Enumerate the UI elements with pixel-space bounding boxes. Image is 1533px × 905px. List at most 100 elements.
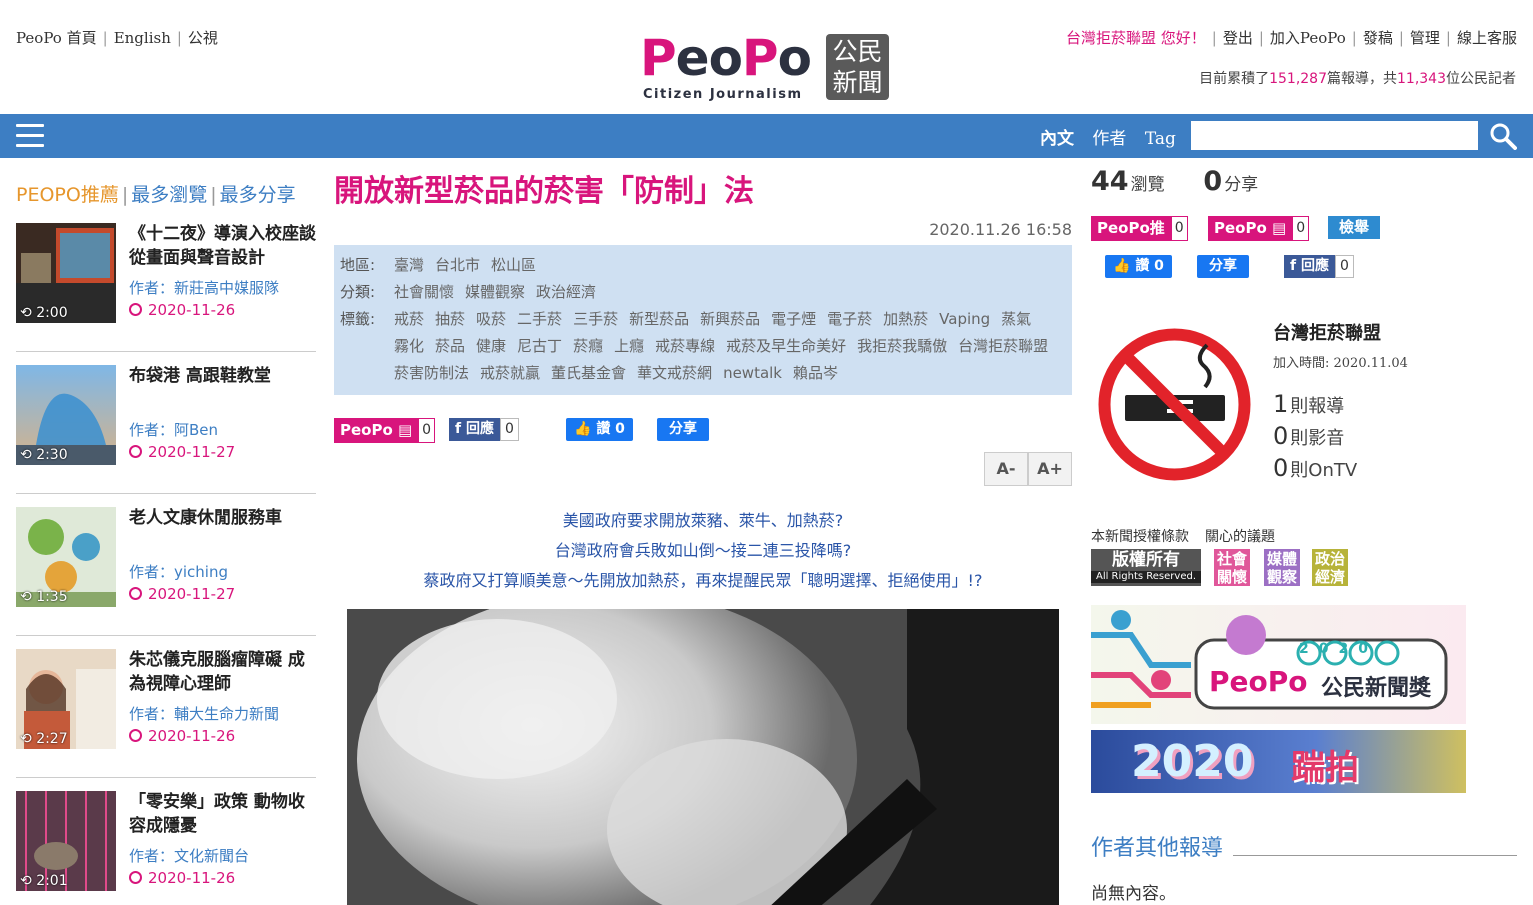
category-link[interactable]: 媒體觀察 bbox=[465, 279, 525, 306]
fb-like-button[interactable]: 👍 讚 0 bbox=[566, 418, 633, 441]
topic-media[interactable]: 媒體觀察 bbox=[1264, 549, 1300, 586]
peopo-push-button[interactable]: PeoPo推 0 bbox=[1091, 216, 1188, 241]
list-item[interactable]: ⟲ 2:30 布袋港 高跟鞋教堂 作者：阿Ben 2020-11-27 bbox=[16, 352, 316, 494]
support-link[interactable]: 線上客服 bbox=[1457, 29, 1517, 47]
tag-link[interactable]: 董氏基金會 bbox=[551, 360, 626, 387]
link-pts[interactable]: 公視 bbox=[188, 29, 218, 47]
tag-link[interactable]: 加熱菸 bbox=[883, 306, 928, 333]
search-icon[interactable] bbox=[1489, 122, 1517, 150]
tag-link[interactable]: 抽菸 bbox=[435, 306, 465, 333]
tag-link[interactable]: 賴品岑 bbox=[793, 360, 838, 387]
tag-link[interactable]: 霧化 bbox=[394, 333, 424, 360]
event-banner[interactable]: 2020 踹拍 bbox=[1091, 730, 1466, 793]
topic-social[interactable]: 社會關懷 bbox=[1214, 549, 1250, 586]
tag-link[interactable]: 菸品 bbox=[435, 333, 465, 360]
news-title[interactable]: 朱芯儀克服腦瘤障礙 成為視障心理師 bbox=[129, 648, 319, 696]
tag-link[interactable]: 戒菸就贏 bbox=[480, 360, 540, 387]
tag-link[interactable]: 新型菸品 bbox=[629, 306, 689, 333]
news-title[interactable]: 老人文康休閒服務車 bbox=[129, 506, 319, 530]
tag-link[interactable]: 台灣拒菸聯盟 bbox=[958, 333, 1048, 360]
tag-link[interactable]: 健康 bbox=[476, 333, 506, 360]
fb-like-button[interactable]: 👍 讚 0 bbox=[1105, 255, 1172, 278]
user-greeting[interactable]: 台灣拒菸聯盟 您好！ bbox=[1066, 29, 1206, 47]
news-author[interactable]: 作者：新莊高中媒服隊 bbox=[129, 277, 279, 298]
tag-link[interactable]: 戒菸專線 bbox=[655, 333, 715, 360]
tag-link[interactable]: 菸癮 bbox=[573, 333, 603, 360]
peopo-comment-button[interactable]: PeoPo ▤ 0 bbox=[334, 418, 436, 443]
article-title: 開放新型菸品的菸害「防制」法 bbox=[334, 174, 754, 209]
video-thumbnail[interactable]: ⟲ 1:35 bbox=[16, 507, 116, 607]
video-thumbnail[interactable]: ⟲ 2:27 bbox=[16, 649, 116, 749]
author-reports[interactable]: 1 則報導 bbox=[1273, 390, 1344, 418]
author-videos[interactable]: 0 則影音 bbox=[1273, 422, 1344, 450]
list-item[interactable]: ⟲ 1:35 老人文康休閒服務車 作者：yiching 2020-11-27 bbox=[16, 494, 316, 636]
tag-link[interactable]: 華文戒菸網 bbox=[637, 360, 712, 387]
topic-politics[interactable]: 政治經濟 bbox=[1312, 549, 1348, 586]
report-button[interactable]: 檢舉 bbox=[1328, 216, 1381, 239]
font-larger-button[interactable]: A+ bbox=[1028, 452, 1072, 486]
region-link[interactable]: 松山區 bbox=[491, 252, 536, 279]
tab-content[interactable]: 內文 bbox=[1040, 129, 1074, 149]
author-name[interactable]: 台灣拒菸聯盟 bbox=[1273, 319, 1381, 345]
video-duration: ⟲ 2:01 bbox=[20, 873, 68, 889]
tag-link[interactable]: 蒸氣 bbox=[1001, 306, 1031, 333]
tag-link[interactable]: 二手菸 bbox=[517, 306, 562, 333]
tag-link[interactable]: 電子菸 bbox=[827, 306, 872, 333]
tag-link[interactable]: 菸害防制法 bbox=[394, 360, 469, 387]
tag-link[interactable]: 新興菸品 bbox=[700, 306, 760, 333]
tag-link[interactable]: 電子煙 bbox=[771, 306, 816, 333]
tag-link[interactable]: 上癮 bbox=[614, 333, 644, 360]
tag-link[interactable]: 吸菸 bbox=[476, 306, 506, 333]
tag-link[interactable]: 三手菸 bbox=[573, 306, 618, 333]
category-link[interactable]: 社會關懷 bbox=[394, 279, 454, 306]
news-author[interactable]: 作者：輔大生命力新聞 bbox=[129, 703, 279, 724]
link-peopo-home[interactable]: PeoPo 首頁 bbox=[16, 29, 97, 47]
tag-link[interactable]: 我拒菸我驕傲 bbox=[857, 333, 947, 360]
video-thumbnail[interactable]: ⟲ 2:00 bbox=[16, 223, 116, 323]
tag-link[interactable]: newtalk bbox=[723, 360, 782, 387]
fb-reply-button[interactable]: f 回應 0 bbox=[1284, 255, 1354, 278]
font-smaller-button[interactable]: A- bbox=[984, 452, 1028, 486]
tab-most-shared[interactable]: 最多分享 bbox=[220, 184, 296, 206]
news-title[interactable]: 布袋港 高跟鞋教堂 bbox=[129, 364, 319, 388]
peopo-comment-count[interactable]: PeoPo ▤ 0 bbox=[1208, 216, 1310, 241]
banner-year: 2020 bbox=[1131, 736, 1254, 787]
video-thumbnail[interactable]: ⟲ 2:01 bbox=[16, 791, 116, 891]
list-item[interactable]: ⟲ 2:01 「零安樂」政策 動物收容成隱憂 作者：文化新聞台 2020-11-… bbox=[16, 778, 316, 905]
search-input[interactable] bbox=[1191, 121, 1478, 150]
manage-link[interactable]: 管理 bbox=[1410, 29, 1440, 47]
tab-author[interactable]: 作者 bbox=[1092, 129, 1126, 149]
news-author[interactable]: 作者：阿Ben bbox=[129, 419, 218, 440]
join-link[interactable]: 加入PeoPo bbox=[1270, 29, 1346, 47]
region-link[interactable]: 臺灣 bbox=[394, 252, 424, 279]
logout-link[interactable]: 登出 bbox=[1223, 29, 1253, 47]
category-link[interactable]: 政治經濟 bbox=[536, 279, 596, 306]
tab-recommended[interactable]: PEOPO推薦 bbox=[16, 184, 119, 206]
list-item[interactable]: ⟲ 2:00 《十二夜》導演入校座談 從畫面與聲音設計 作者：新莊高中媒服隊 2… bbox=[16, 210, 316, 352]
tab-tag[interactable]: Tag bbox=[1145, 129, 1176, 149]
author-avatar[interactable] bbox=[1097, 327, 1252, 482]
tag-link[interactable]: 戒菸 bbox=[394, 306, 424, 333]
tag-link[interactable]: Vaping bbox=[939, 306, 990, 333]
region-link[interactable]: 台北市 bbox=[435, 252, 480, 279]
menu-icon[interactable] bbox=[16, 124, 44, 148]
fb-share-button[interactable]: 分享 bbox=[1197, 255, 1249, 278]
fb-reply-button[interactable]: f 回應 0 bbox=[449, 418, 519, 441]
fb-share-button[interactable]: 分享 bbox=[657, 418, 709, 441]
news-author[interactable]: 作者：文化新聞台 bbox=[129, 845, 249, 866]
tab-most-viewed[interactable]: 最多瀏覽 bbox=[131, 184, 207, 206]
video-thumbnail[interactable]: ⟲ 2:30 bbox=[16, 365, 116, 465]
news-title[interactable]: 「零安樂」政策 動物收容成隱憂 bbox=[129, 790, 319, 838]
tag-link[interactable]: 尼古丁 bbox=[517, 333, 562, 360]
meta-tags: 標籤: 戒菸 抽菸 吸菸 二手菸 三手菸 新型菸品 新興菸品 電子煙 電子菸 加熱菸 Vaping 蒸… bbox=[340, 306, 1066, 387]
news-title[interactable]: 《十二夜》導演入校座談 從畫面與聲音設計 bbox=[129, 222, 319, 270]
link-english[interactable]: English bbox=[114, 29, 171, 47]
news-author[interactable]: 作者：yiching bbox=[129, 561, 228, 582]
list-item[interactable]: ⟲ 2:27 朱芯儀克服腦瘤障礙 成為視障心理師 作者：輔大生命力新聞 2020… bbox=[16, 636, 316, 778]
post-link[interactable]: 發稿 bbox=[1363, 29, 1393, 47]
site-logo[interactable]: PeoPo Citizen Journalism 公民 新聞 bbox=[640, 32, 892, 104]
article-meta: 地區: 臺灣 台北市 松山區 分類: 社會關懷 媒體觀察 政治經濟 標籤: 戒菸 抽菸 吸菸… bbox=[334, 245, 1072, 395]
award-banner[interactable]: 2020 PeoPo 公民新聞獎 bbox=[1091, 605, 1466, 724]
tag-link[interactable]: 戒菸及早生命美好 bbox=[726, 333, 846, 360]
author-ontv[interactable]: 0 則OnTV bbox=[1273, 454, 1357, 482]
